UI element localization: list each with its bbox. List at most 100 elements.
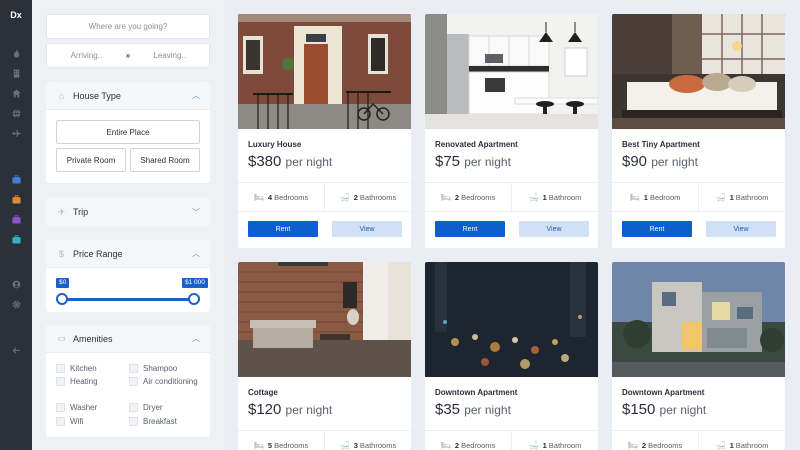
suitcase-icon[interactable] — [10, 193, 22, 205]
checkbox[interactable] — [56, 417, 65, 426]
listing-features: 🛏 2 Bedrooms 🛁 1 Bathroom — [425, 182, 598, 212]
view-button[interactable]: View — [706, 221, 776, 237]
bath-icon: 🛁 — [339, 440, 350, 450]
listing-photo — [238, 14, 411, 129]
checkbox[interactable] — [129, 377, 138, 386]
amenities-panel: ▭ Amenities ︿ Kitchen Heating Washer Wifi … — [46, 325, 210, 437]
suitcase-icon[interactable] — [10, 173, 22, 185]
listing-card[interactable]: Downtown Apartment $150 per night 🛏 2 Bedr… — [612, 262, 785, 450]
rent-button[interactable]: Rent — [248, 221, 318, 237]
plane-icon[interactable] — [10, 127, 22, 139]
bathrooms-info: 🛁 1 Bathroom — [698, 183, 785, 211]
entire-place-button[interactable]: Entire Place — [56, 120, 200, 144]
private-room-button[interactable]: Private Room — [56, 148, 126, 172]
panel-title: Price Range — [73, 248, 123, 259]
listing-card[interactable]: Cottage $120 per night 🛏 5 Bedrooms 🛁 3 Bath… — [238, 262, 411, 450]
amenity-breakfast[interactable]: Breakfast — [129, 416, 177, 428]
globe-icon[interactable] — [10, 107, 22, 119]
checkbox[interactable] — [56, 364, 65, 373]
amenity-dryer[interactable]: Dryer — [129, 402, 163, 414]
listing-features: 🛏 2 Bedrooms 🛁 1 Bathroom — [612, 430, 785, 450]
bedrooms-info: 🛏 2 Bedrooms — [627, 440, 683, 450]
listing-card[interactable]: Renovated Apartment $75 per night 🛏 2 Bedr… — [425, 14, 598, 248]
amenity-shampoo[interactable]: Shampoo — [129, 363, 177, 375]
checkbox[interactable] — [129, 364, 138, 373]
listing-title: Luxury House — [248, 140, 302, 149]
listing-title: Downtown Apartment — [435, 388, 518, 397]
bed-icon: 🛏 — [440, 440, 451, 450]
listing-photo — [425, 14, 598, 129]
leaving-field[interactable]: Leaving.. — [130, 51, 209, 60]
panel-title: House Type — [73, 90, 121, 101]
listing-title: Renovated Apartment — [435, 140, 518, 149]
bathrooms-info: 🛁 3 Bathrooms — [324, 431, 411, 450]
building-icon[interactable] — [10, 67, 22, 79]
rent-button[interactable]: Rent — [622, 221, 692, 237]
trip-header[interactable]: ✈ Trip ﹀ — [46, 198, 210, 226]
house-type-panel: ⌂ House Type ︿ Entire Place Private Room S… — [46, 82, 210, 183]
fire-icon[interactable] — [10, 47, 22, 59]
amenity-kitchen[interactable]: Kitchen — [56, 363, 97, 375]
chevron-up-icon[interactable]: ︿ — [192, 90, 200, 101]
plane-icon: ✈ — [57, 206, 66, 217]
listing-card[interactable]: Best Tiny Apartment $90 per night 🛏 1 Bedr… — [612, 14, 785, 248]
listing-price: $120 per night — [248, 401, 333, 418]
listing-card[interactable]: Downtown Apartment $35 per night 🛏 2 Bedro… — [425, 262, 598, 450]
date-range-input[interactable]: Arriving.. » Leaving.. — [46, 43, 210, 68]
price-range-header[interactable]: $ Price Range ︿ — [46, 240, 210, 268]
price-range-panel: $ Price Range ︿ $0 $1 000 — [46, 240, 210, 312]
price-slider-track[interactable] — [62, 298, 194, 301]
suitcase-icon[interactable] — [10, 213, 22, 225]
panel-title: Trip — [73, 207, 89, 217]
shared-room-button[interactable]: Shared Room — [130, 148, 200, 172]
bedrooms-info: 🛏 4 Bedrooms — [253, 192, 309, 202]
gear-icon[interactable] — [10, 298, 22, 310]
max-price-label: $1 000 — [182, 278, 208, 288]
listing-title: Cottage — [248, 388, 278, 397]
arrow-left-icon[interactable] — [10, 344, 22, 356]
bath-icon: 🛁 — [715, 440, 726, 450]
checkbox[interactable] — [129, 417, 138, 426]
listing-features: 🛏 1 Bedroom 🛁 1 Bathroom — [612, 182, 785, 212]
amenity-wifi[interactable]: Wifi — [56, 416, 83, 428]
listing-features: 🛏 5 Bedrooms 🛁 3 Bathrooms — [238, 430, 411, 450]
bathrooms-info: 🛁 1 Bathroom — [511, 431, 598, 450]
amenities-header[interactable]: ▭ Amenities ︿ — [46, 325, 210, 353]
listing-price: $35 per night — [435, 401, 511, 418]
bedrooms-info: 🛏 2 Bedrooms — [440, 440, 496, 450]
chevron-up-icon[interactable]: ︿ — [192, 248, 200, 259]
panel-title: Amenities — [73, 333, 113, 344]
view-button[interactable]: View — [332, 221, 402, 237]
bedrooms-info: 🛏 1 Bedroom — [629, 192, 681, 202]
suitcase-icon[interactable] — [10, 233, 22, 245]
dollar-icon: $ — [58, 248, 64, 259]
checkbox[interactable] — [56, 377, 65, 386]
amenity-heating[interactable]: Heating — [56, 376, 98, 388]
view-button[interactable]: View — [519, 221, 589, 237]
destination-input[interactable]: Where are you going? — [46, 14, 210, 39]
checkbox[interactable] — [129, 403, 138, 412]
bedrooms-info: 🛏 5 Bedrooms — [253, 440, 309, 450]
bed-icon: 🛏 — [440, 192, 451, 202]
listing-photo — [425, 262, 598, 377]
house-type-header[interactable]: ⌂ House Type ︿ — [46, 82, 210, 110]
listing-photo — [612, 14, 785, 129]
max-price-handle[interactable] — [188, 293, 200, 305]
bed-icon: 🛏 — [253, 440, 264, 450]
listing-photo — [612, 262, 785, 377]
arriving-field[interactable]: Arriving.. — [47, 51, 126, 60]
amenity-washer[interactable]: Washer — [56, 402, 97, 414]
rent-button[interactable]: Rent — [435, 221, 505, 237]
chevron-down-icon[interactable]: ﹀ — [192, 207, 200, 218]
listing-photo — [238, 262, 411, 377]
chevron-up-icon[interactable]: ︿ — [192, 333, 200, 344]
amenity-air-conditioning[interactable]: Air conditioning — [129, 376, 201, 388]
min-price-handle[interactable] — [56, 293, 68, 305]
bath-icon: 🛁 — [528, 192, 539, 202]
filter-sidebar: Where are you going? Arriving.. » Leavin… — [32, 0, 224, 450]
home-icon[interactable] — [10, 87, 22, 99]
user-icon[interactable] — [10, 278, 22, 290]
listing-card[interactable]: Luxury House $380 per night 🛏 4 Bedrooms 🛁… — [238, 14, 411, 248]
listing-title: Downtown Apartment — [622, 388, 705, 397]
checkbox[interactable] — [56, 403, 65, 412]
